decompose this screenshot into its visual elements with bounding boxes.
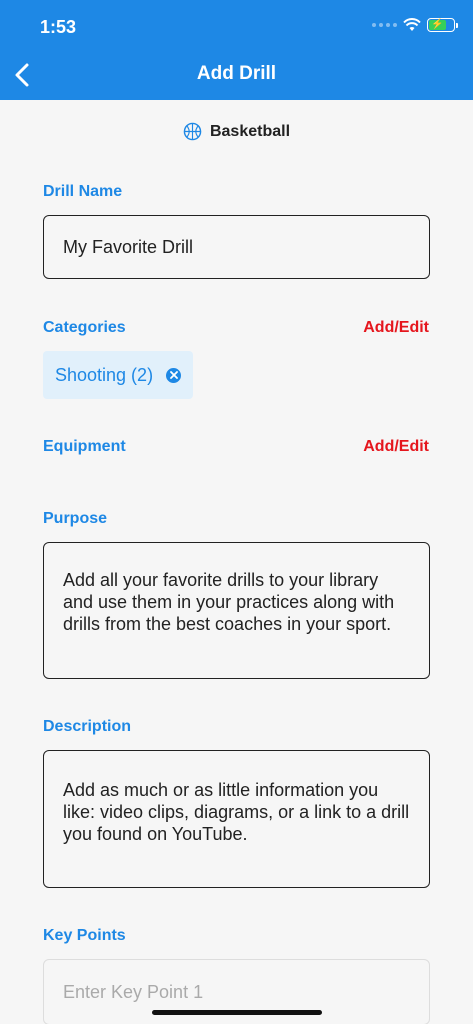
- status-time: 1:53: [40, 17, 77, 37]
- basketball-icon: [183, 122, 202, 141]
- signal-icon: [372, 23, 397, 27]
- description-label: Description: [43, 718, 132, 735]
- status-icons: ⚡: [372, 18, 458, 32]
- description-textarea[interactable]: Add as much or as little information you…: [43, 750, 430, 888]
- equipment-add-edit-button[interactable]: Add/Edit: [363, 438, 429, 456]
- drill-name-input[interactable]: My Favorite Drill: [43, 215, 430, 279]
- category-chip-label: Shooting (2): [55, 364, 154, 385]
- purpose-textarea[interactable]: Add all your favorite drills to your lib…: [43, 542, 430, 679]
- equipment-label: Equipment: [43, 438, 126, 455]
- page-title: Add Drill: [196, 63, 277, 84]
- navigation-header: 1:53 ⚡ Add Drill: [0, 0, 473, 100]
- remove-chip-icon[interactable]: [166, 367, 182, 383]
- categories-add-edit-button[interactable]: Add/Edit: [363, 319, 429, 337]
- key-points-label: Key Points: [43, 927, 126, 944]
- category-chip[interactable]: Shooting (2): [43, 351, 194, 399]
- battery-icon: ⚡: [427, 18, 458, 32]
- sport-label: Basketball: [209, 122, 291, 140]
- wifi-icon: [403, 18, 421, 31]
- sport-selector: Basketball: [0, 122, 473, 141]
- purpose-label: Purpose: [43, 510, 108, 527]
- categories-label: Categories: [43, 319, 126, 336]
- home-indicator: [152, 1010, 322, 1015]
- drill-name-label: Drill Name: [43, 183, 123, 200]
- drill-name-value: My Favorite Drill: [63, 237, 194, 257]
